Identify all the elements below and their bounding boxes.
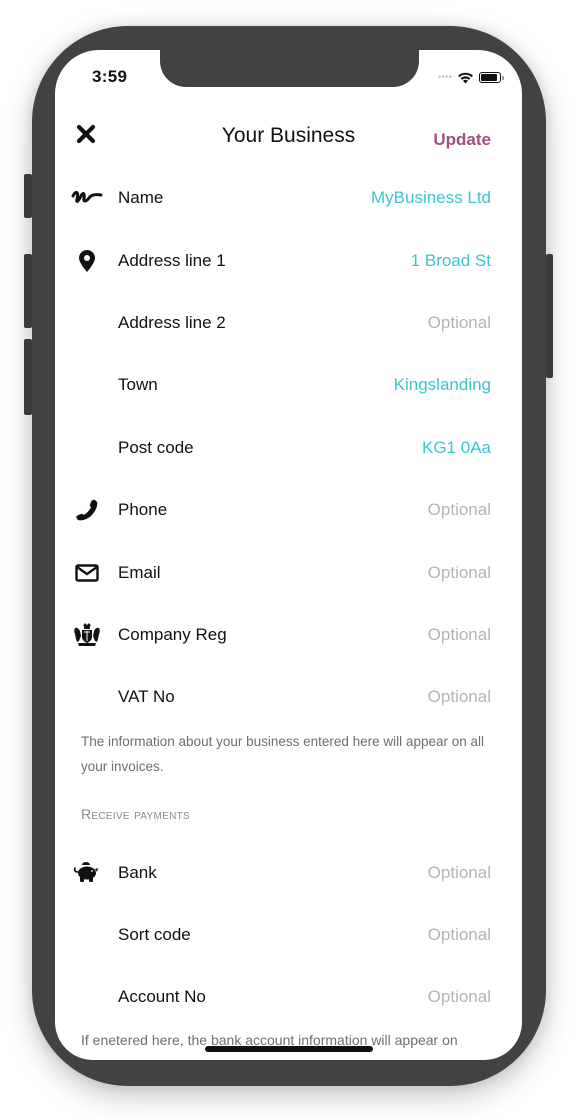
update-button[interactable]: Update: [433, 130, 491, 150]
field-label: Address line 1: [118, 250, 226, 270]
business-info-note: The information about your business ente…: [81, 733, 484, 774]
field-value-input[interactable]: Optional: [428, 987, 491, 1007]
field-value-input[interactable]: Optional: [428, 687, 491, 707]
field-row-account-no[interactable]: Account No Optional: [55, 966, 522, 1028]
piggy-bank-icon: [70, 860, 104, 886]
home-indicator[interactable]: [205, 1046, 373, 1052]
field-row-address-line-2[interactable]: Address line 2 Optional: [55, 292, 522, 354]
screen: 3:59 •••• Your Business Update Name MyBu…: [55, 50, 522, 1060]
field-value-input[interactable]: Kingslanding: [394, 375, 491, 395]
field-label: Town: [118, 375, 158, 395]
signature-icon: [70, 185, 104, 211]
field-row-vat-no[interactable]: VAT No Optional: [55, 666, 522, 728]
side-button-volume-down: [24, 339, 32, 415]
field-row-town[interactable]: Town Kingslanding: [55, 354, 522, 416]
field-row-sort-code[interactable]: Sort code Optional: [55, 904, 522, 966]
field-row-name[interactable]: Name MyBusiness Ltd: [55, 167, 522, 229]
field-label: Sort code: [118, 925, 191, 945]
envelope-icon: [70, 560, 104, 586]
field-value-input[interactable]: Optional: [428, 563, 491, 583]
field-value-input[interactable]: KG1 0Aa: [422, 438, 491, 458]
field-value-input[interactable]: Optional: [428, 500, 491, 520]
field-value-input[interactable]: Optional: [428, 625, 491, 645]
status-time: 3:59: [92, 67, 128, 86]
field-value-input[interactable]: 1 Broad St: [411, 251, 491, 271]
notch: [160, 50, 419, 87]
field-row-bank[interactable]: Bank Optional: [55, 842, 522, 904]
field-row-post-code[interactable]: Post code KG1 0Aa: [55, 417, 522, 479]
field-label: Account No: [118, 987, 206, 1007]
field-row-email[interactable]: Email Optional: [55, 541, 522, 603]
field-label: Phone: [118, 500, 168, 520]
nav-bar: Your Business Update: [55, 115, 522, 159]
field-label: VAT No: [118, 687, 175, 707]
field-label: Name: [118, 188, 164, 208]
field-label: Company Reg: [118, 624, 227, 644]
field-label: Address line 2: [118, 312, 226, 332]
field-label: Email: [118, 562, 161, 582]
field-value-input[interactable]: MyBusiness Ltd: [371, 188, 491, 208]
status-icons: ••••: [438, 71, 504, 84]
field-value-input[interactable]: Optional: [428, 925, 491, 945]
section-heading-receive-payments: Receive payments: [81, 805, 191, 822]
field-row-phone[interactable]: Phone Optional: [55, 479, 522, 541]
field-value-input[interactable]: Optional: [428, 313, 491, 333]
business-form: Name MyBusiness Ltd Address line 1 1 Bro…: [55, 167, 522, 1048]
field-row-address-line-1[interactable]: Address line 1 1 Broad St: [55, 229, 522, 291]
field-label: Post code: [118, 437, 194, 457]
royal-coat-of-arms-icon: [70, 622, 104, 648]
side-button-volume-up: [24, 254, 32, 328]
side-button-power: [546, 254, 553, 378]
battery-icon: [479, 72, 501, 83]
field-value-input[interactable]: Optional: [428, 863, 491, 883]
side-button-mute: [24, 174, 32, 218]
field-row-company-reg[interactable]: Company Reg Optional: [55, 604, 522, 666]
battery-tip: [502, 75, 504, 80]
signal-dots-icon: ••••: [437, 71, 452, 83]
phone-icon: [70, 497, 104, 523]
field-label: Bank: [118, 862, 157, 882]
wifi-icon: [458, 72, 473, 84]
location-pin-icon: [70, 248, 104, 274]
